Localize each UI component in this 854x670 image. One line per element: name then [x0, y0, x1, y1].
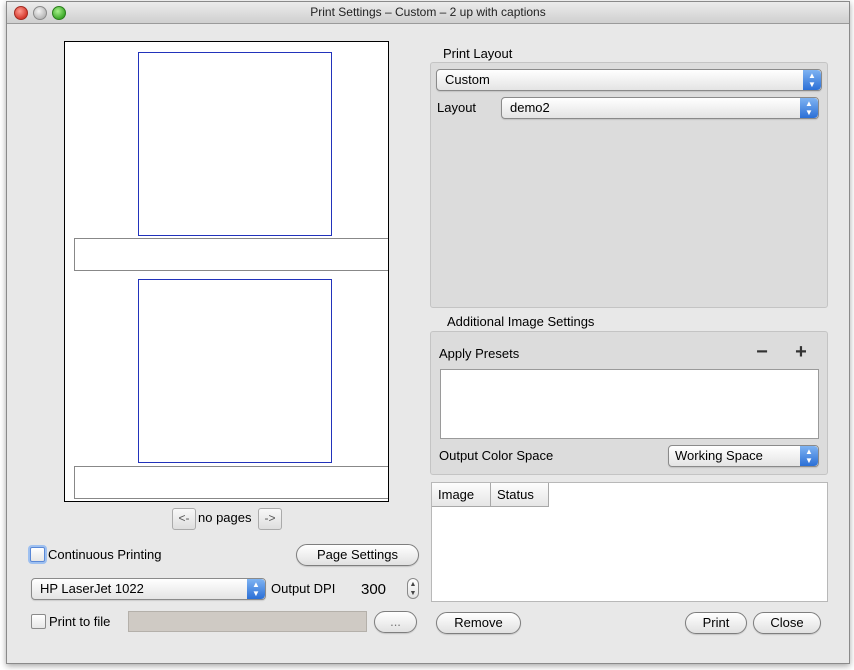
layout-value: demo2 [510, 100, 550, 115]
output-color-space-value: Working Space [675, 448, 763, 463]
select-arrows-icon: ▲ ▼ [803, 70, 821, 90]
print-settings-window: Print Settings – Custom – 2 up with capt… [6, 1, 850, 664]
page-settings-button[interactable]: Page Settings [296, 544, 419, 566]
column-header-image[interactable]: Image [432, 483, 491, 507]
print-layout-group: Custom ▲ ▼ Layout demo2 ▲ ▼ [430, 62, 828, 308]
plus-icon[interactable]: + [792, 342, 810, 362]
additional-image-settings-title: Additional Image Settings [447, 314, 595, 329]
close-button[interactable]: Close [753, 612, 821, 634]
output-color-space-label: Output Color Space [439, 448, 554, 463]
select-arrows-icon: ▲ ▼ [800, 98, 818, 118]
print-to-file-path-field[interactable] [128, 611, 367, 632]
print-layout-title: Print Layout [443, 46, 513, 61]
print-to-file-label: Print to file [49, 614, 111, 629]
output-dpi-value[interactable]: 300 [361, 581, 386, 598]
caption-box-bottom[interactable] [74, 466, 388, 499]
additional-image-settings-group: Apply Presets − + Output Color Space Wor… [430, 331, 828, 475]
layout-label: Layout [437, 100, 477, 115]
layout-preset-value: Custom [445, 72, 490, 87]
presets-list[interactable] [440, 369, 819, 439]
minus-icon[interactable]: − [753, 342, 771, 362]
continuous-printing-label: Continuous Printing [48, 547, 162, 562]
continuous-printing-checkbox[interactable] [30, 547, 45, 562]
output-color-space-select[interactable]: Working Space ▲ ▼ [668, 445, 819, 467]
dpi-stepper-icon[interactable]: ▲ ▼ [407, 578, 419, 599]
browse-file-button[interactable]: ... [374, 611, 417, 633]
select-arrows-icon: ▲ ▼ [247, 579, 265, 599]
print-queue-table[interactable]: Image Status [431, 482, 828, 602]
layout-select[interactable]: demo2 ▲ ▼ [501, 97, 819, 119]
title-bar[interactable]: Print Settings – Custom – 2 up with capt… [7, 2, 849, 24]
printer-value: HP LaserJet 1022 [40, 581, 144, 596]
select-arrows-icon: ▲ ▼ [800, 446, 818, 466]
layout-preset-select[interactable]: Custom ▲ ▼ [436, 69, 822, 91]
column-header-status[interactable]: Status [491, 483, 549, 507]
apply-presets-label: Apply Presets [439, 346, 520, 361]
remove-button[interactable]: Remove [436, 612, 521, 634]
image-placeholder-top [138, 52, 332, 236]
previous-page-button[interactable]: <- [172, 508, 196, 530]
image-placeholder-bottom [138, 279, 332, 463]
print-to-file-checkbox[interactable] [31, 614, 46, 629]
print-preview [64, 41, 389, 502]
printer-select[interactable]: HP LaserJet 1022 ▲ ▼ [31, 578, 266, 600]
next-page-button[interactable]: -> [258, 508, 282, 530]
page-status-text: no pages [198, 510, 252, 525]
print-button[interactable]: Print [685, 612, 747, 634]
window-title: Print Settings – Custom – 2 up with capt… [310, 5, 546, 19]
output-dpi-label: Output DPI [271, 581, 336, 596]
caption-box-top[interactable] [74, 238, 388, 271]
